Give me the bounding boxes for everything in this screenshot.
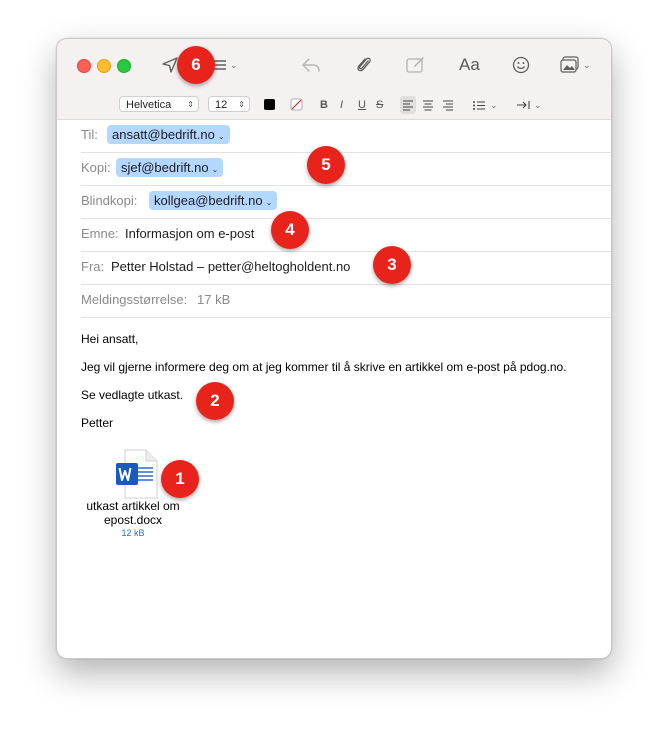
format-bar: Helvetica ⇕ 12 ⇕ B I U S ⌄ ⌄ (57, 91, 611, 120)
indent-icon (517, 101, 530, 109)
cc-label: Kopi: (81, 160, 111, 175)
bcc-label: Blindkopi: (81, 193, 138, 208)
bcc-recipient-chip[interactable]: kollgea@bedrift.no ⌄ (149, 191, 278, 210)
chevron-down-icon: ⌄ (230, 59, 238, 70)
attachment-size: 12 kB (121, 528, 145, 538)
to-recipient: ansatt@bedrift.no (112, 127, 215, 142)
align-center-button[interactable] (420, 96, 436, 114)
stepper-icon: ⇕ (187, 100, 194, 109)
subject-label: Emne: (81, 226, 119, 241)
reply-button[interactable] (301, 53, 321, 77)
font-family-value: Helvetica (126, 99, 172, 111)
message-size-value: 17 kB (197, 292, 231, 307)
to-row: Til: ansatt@bedrift.no ⌄ (81, 119, 611, 153)
font-family-select[interactable]: Helvetica ⇕ (119, 96, 199, 112)
text-color-swatch[interactable] (264, 99, 275, 110)
attachment-icon (356, 55, 372, 75)
attachment-name-line: utkast artikkel om (86, 499, 180, 513)
align-left-icon (403, 100, 413, 111)
markup-icon (406, 56, 426, 74)
callout-badge-2: 2 (196, 382, 234, 420)
bcc-row: Blindkopi: kollgea@bedrift.no ⌄ (81, 185, 611, 219)
message-size-row: Meldingsstørrelse: 17 kB (81, 284, 611, 318)
attachment-name-line: epost.docx (103, 513, 163, 527)
align-right-icon (443, 100, 453, 111)
align-left-button[interactable] (400, 96, 416, 114)
body-line: Jeg vil gjerne informere deg om at jeg k… (81, 360, 567, 374)
callout-badge-1: 1 (161, 460, 199, 498)
callout-badge-5: 5 (307, 146, 345, 184)
bulleted-list-icon (473, 101, 485, 110)
chevron-down-icon: ⌄ (211, 165, 219, 174)
close-button[interactable] (77, 59, 91, 73)
cc-recipient: sjef@bedrift.no (121, 160, 209, 175)
toolbar: ⌄ Aa ⌄ (57, 39, 611, 91)
bold-button[interactable]: B (320, 97, 328, 113)
photo-browser-icon (560, 56, 580, 74)
body-line: Se vedlagte utkast. (81, 388, 184, 402)
subject-row: Emne: Informasjon om e-post (81, 218, 611, 252)
to-label: Til: (81, 127, 98, 142)
header-fields-icon (213, 58, 227, 72)
chevron-down-icon: ⌄ (217, 132, 225, 141)
mail-compose-window: ⌄ Aa ⌄ Helvetica ⇕ 12 ⇕ B I U S ⌄ ⌄ Til:… (56, 38, 612, 659)
greeting-line: Hei ansatt, (81, 332, 139, 346)
header-fields-button[interactable]: ⌄ (213, 53, 238, 77)
from-label: Fra: (81, 259, 105, 274)
zoom-button[interactable] (117, 59, 131, 73)
strikethrough-button[interactable]: S (376, 97, 383, 113)
indent-button[interactable]: ⌄ (515, 96, 542, 114)
align-right-button[interactable] (440, 96, 456, 114)
minimize-button[interactable] (97, 59, 111, 73)
stepper-icon: ⇕ (238, 100, 245, 109)
callout-badge-6: 6 (177, 46, 215, 84)
callout-badge-3: 3 (373, 246, 411, 284)
font-size-select[interactable]: 12 ⇕ (208, 96, 250, 112)
attach-button[interactable] (356, 53, 372, 77)
from-field[interactable]: Petter Holstad – petter@heltogholdent.no (111, 259, 350, 274)
message-size-label: Meldingsstørrelse: (81, 292, 188, 307)
no-color-icon (290, 98, 303, 111)
fonts-button[interactable]: Aa (459, 53, 480, 77)
font-size-value: 12 (215, 99, 228, 111)
chevron-down-icon: ⌄ (265, 198, 273, 207)
bcc-recipient: kollgea@bedrift.no (154, 193, 263, 208)
signature-line: Petter (81, 416, 114, 430)
underline-button[interactable]: U (358, 97, 366, 113)
align-center-icon (423, 100, 433, 111)
attachment-name: utkast artikkel om epost.docx (73, 499, 193, 527)
italic-button[interactable]: I (340, 97, 343, 113)
background-color-button[interactable] (290, 98, 303, 111)
chevron-down-icon: ⌄ (583, 59, 591, 70)
cc-row: Kopi: sjef@bedrift.no ⌄ (81, 152, 611, 186)
chevron-down-icon: ⌄ (490, 99, 498, 110)
from-row: Fra: Petter Holstad – petter@heltogholde… (81, 251, 611, 285)
list-button[interactable]: ⌄ (471, 96, 498, 114)
emoji-button[interactable] (512, 53, 530, 77)
cc-recipient-chip[interactable]: sjef@bedrift.no ⌄ (116, 158, 224, 177)
word-document-icon (109, 447, 165, 503)
emoji-icon (512, 56, 530, 74)
to-recipient-chip[interactable]: ansatt@bedrift.no ⌄ (107, 125, 230, 144)
reply-icon (301, 57, 321, 73)
chevron-down-icon: ⌄ (534, 99, 542, 110)
subject-field[interactable]: Informasjon om e-post (125, 226, 254, 241)
fonts-label: Aa (459, 55, 480, 74)
photo-browser-button[interactable]: ⌄ (560, 53, 591, 77)
callout-badge-4: 4 (271, 211, 309, 249)
markup-button[interactable] (406, 53, 426, 77)
